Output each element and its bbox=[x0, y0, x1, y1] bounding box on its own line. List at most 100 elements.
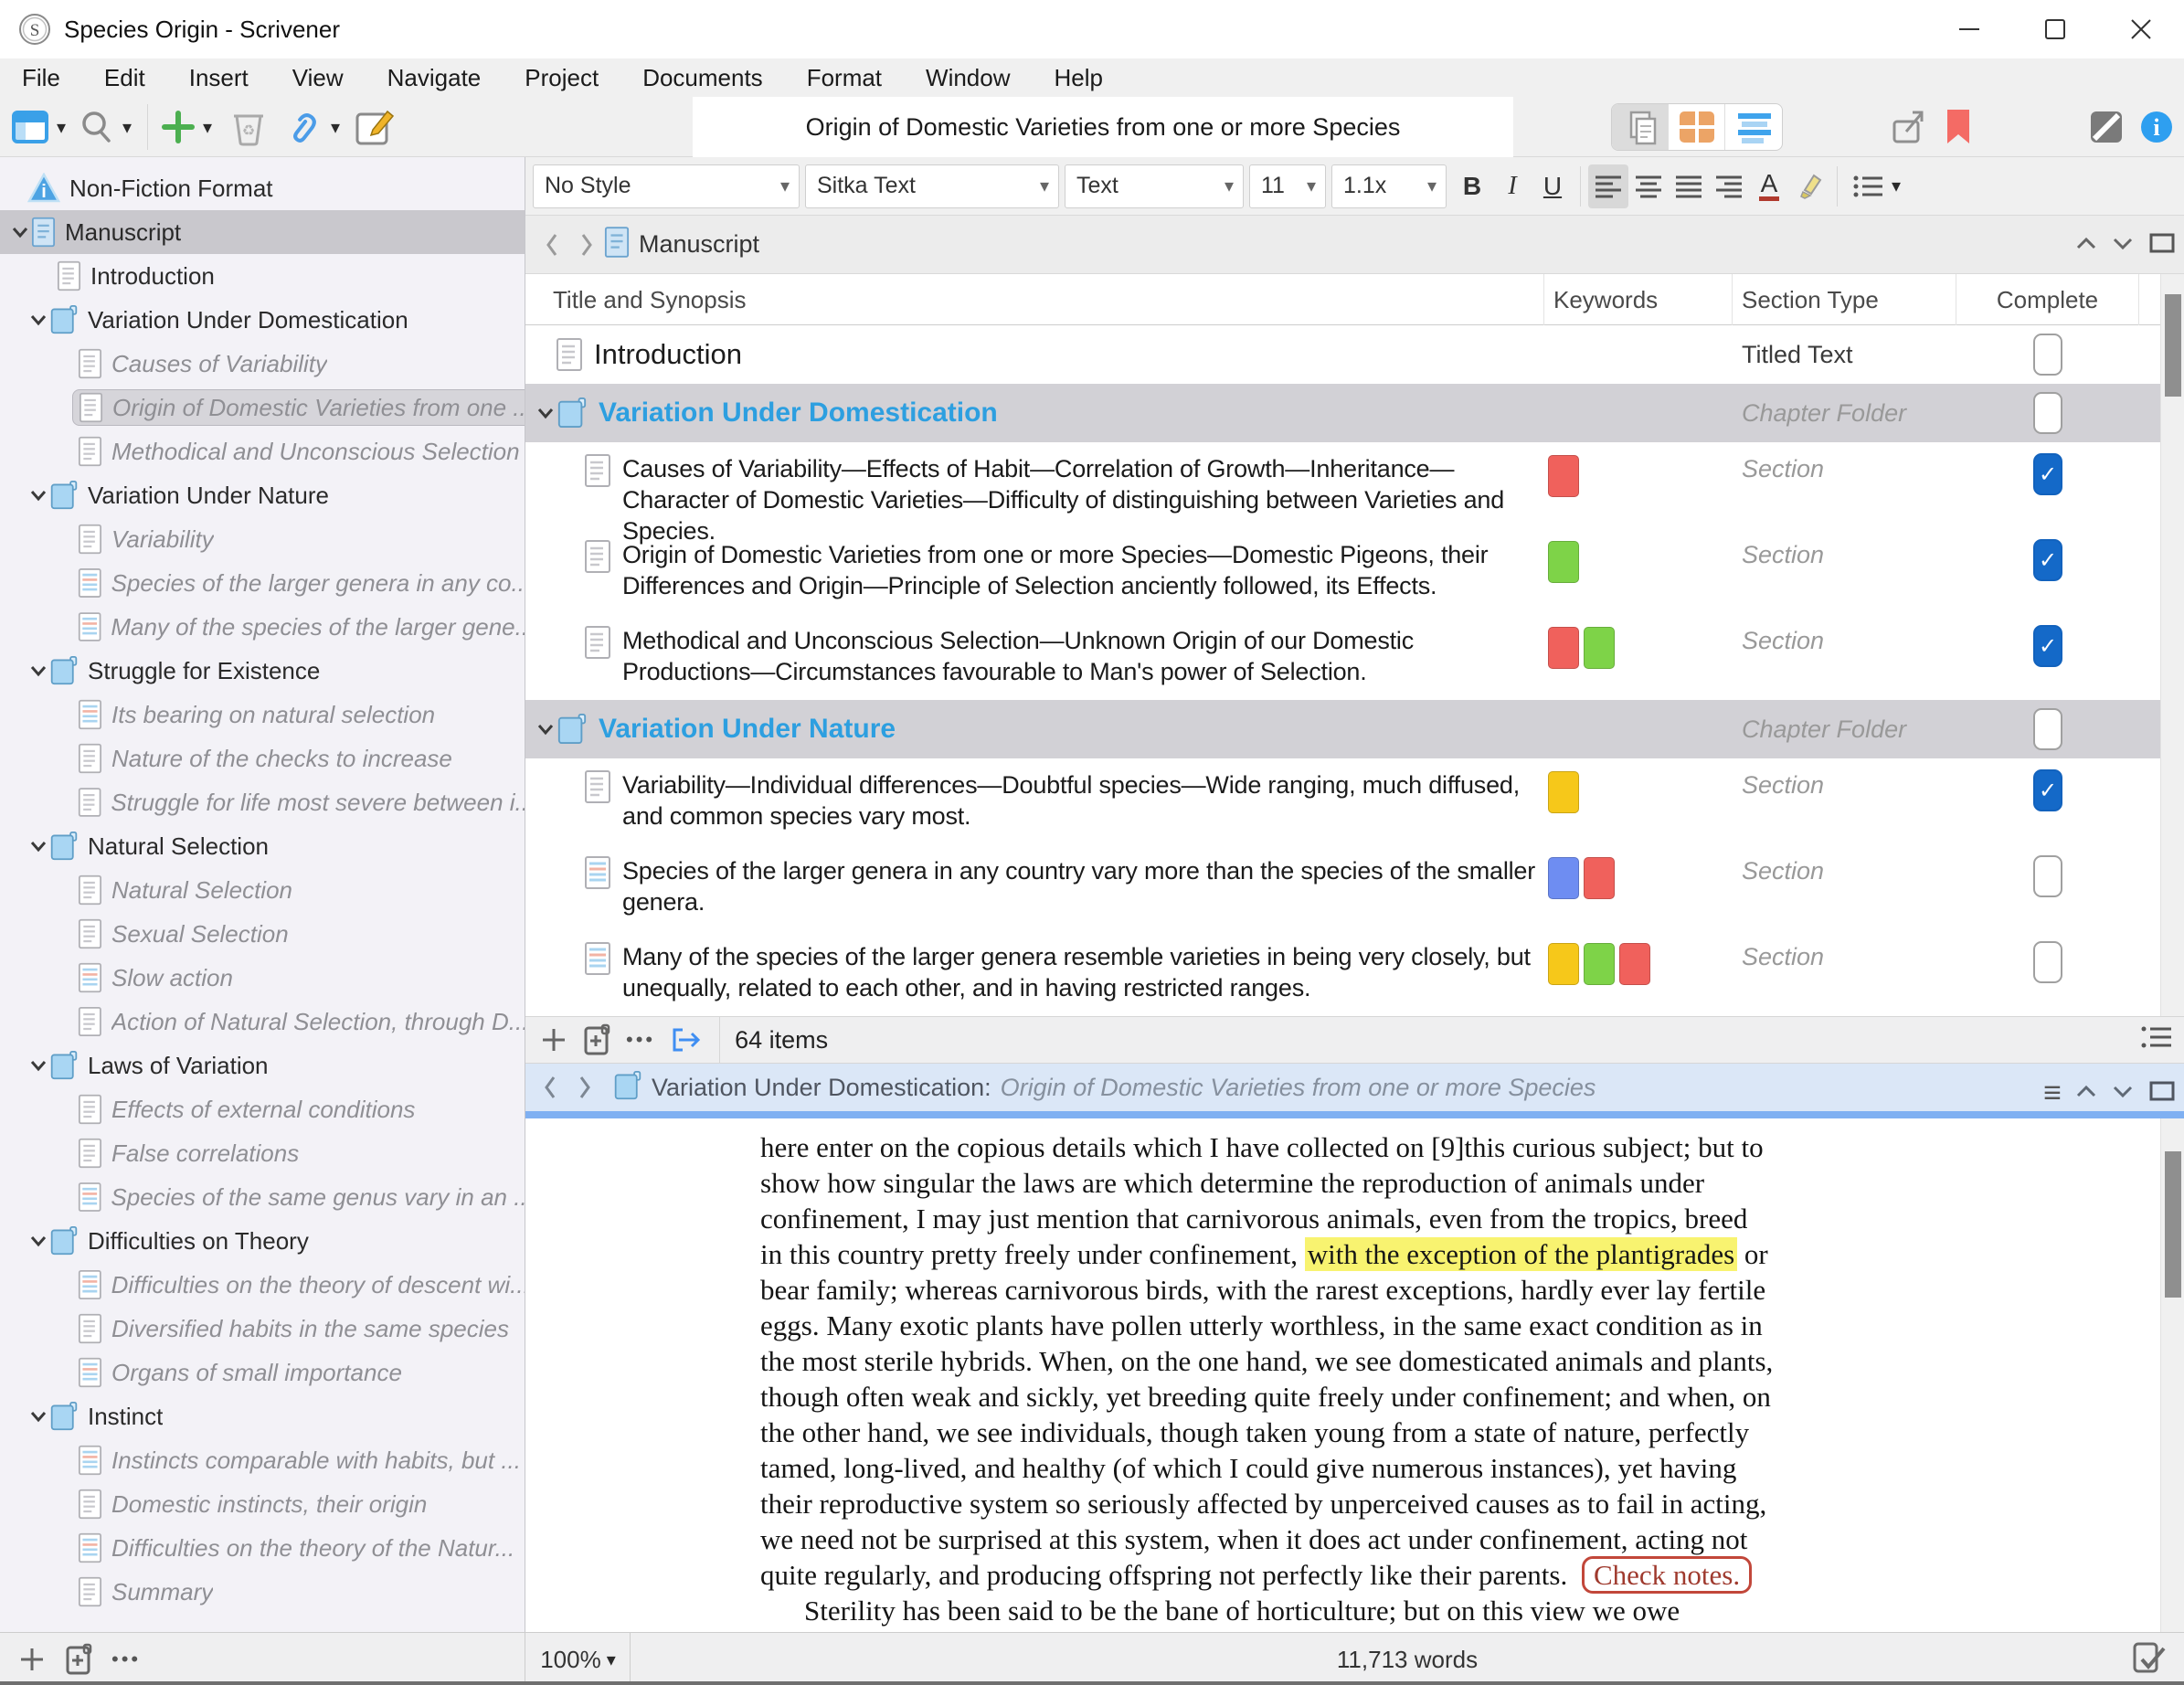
collapse-chevron-icon[interactable] bbox=[27, 489, 49, 502]
outliner-row[interactable]: Many of the species of the larger genera… bbox=[525, 930, 2184, 1016]
caret-down-icon[interactable]: ▾ bbox=[331, 116, 340, 139]
highlight-button[interactable] bbox=[1789, 164, 1829, 208]
back-button[interactable] bbox=[533, 1074, 567, 1101]
previous-document-button[interactable] bbox=[2074, 235, 2098, 256]
outliner-row[interactable]: Variability—Individual differences—Doubt… bbox=[525, 758, 2184, 844]
binder-item[interactable]: Manuscript bbox=[0, 210, 525, 254]
italic-button[interactable]: I bbox=[1492, 164, 1532, 208]
binder-item[interactable]: Organs of small importance bbox=[0, 1351, 525, 1394]
binder-item[interactable]: Sexual Selection bbox=[0, 912, 525, 956]
list-format-button[interactable]: ▾ bbox=[1845, 164, 1909, 208]
document-text-area[interactable]: here enter on the copious details which … bbox=[525, 1118, 2184, 1632]
collapse-chevron-icon[interactable] bbox=[535, 407, 557, 419]
search-button[interactable]: ▾ bbox=[79, 97, 132, 157]
binder-item[interactable]: Nature of the checks to increase bbox=[0, 737, 525, 780]
binder-item[interactable]: Many of the species of the larger gene..… bbox=[0, 605, 525, 649]
add-document-button[interactable] bbox=[18, 1646, 46, 1673]
binder-item[interactable]: Summary bbox=[0, 1570, 525, 1614]
binder-item[interactable]: Variation Under Nature bbox=[0, 473, 525, 517]
binder-item[interactable]: Slow action bbox=[0, 956, 525, 1000]
binder-item[interactable]: Struggle for Existence bbox=[0, 649, 525, 693]
binder-item[interactable]: Introduction bbox=[0, 254, 525, 298]
compose-button[interactable] bbox=[355, 97, 395, 157]
caret-down-icon[interactable]: ▾ bbox=[122, 116, 132, 139]
add-new-item-button[interactable] bbox=[64, 1643, 93, 1676]
mark-complete-button[interactable] bbox=[2129, 1633, 2169, 1685]
menu-item-edit[interactable]: Edit bbox=[82, 64, 167, 92]
menu-item-documents[interactable]: Documents bbox=[620, 64, 785, 92]
editor-menu-button[interactable]: ≡ bbox=[2043, 1077, 2062, 1108]
column-title-synopsis[interactable]: Title and Synopsis bbox=[525, 274, 1544, 325]
binder-item[interactable]: Diversified habits in the same species bbox=[0, 1307, 525, 1351]
expand-editor-button[interactable] bbox=[2147, 1079, 2177, 1107]
complete-checkbox[interactable] bbox=[2033, 334, 2062, 376]
bookmark-button[interactable] bbox=[1945, 97, 1972, 157]
add-item-button[interactable]: ▾ bbox=[161, 97, 212, 157]
binder-item[interactable]: Instincts comparable with habits, but ..… bbox=[0, 1438, 525, 1482]
complete-checkbox[interactable] bbox=[2033, 941, 2062, 983]
forward-button[interactable] bbox=[569, 231, 604, 259]
binder-item[interactable]: Natural Selection bbox=[0, 824, 525, 868]
binder-item[interactable]: Variation Under Domestication bbox=[0, 298, 525, 342]
binder-item[interactable]: Causes of Variability bbox=[0, 342, 525, 386]
binder-root-format[interactable]: i Non-Fiction Format bbox=[0, 166, 525, 210]
collapse-chevron-icon[interactable] bbox=[27, 1059, 49, 1072]
binder-item[interactable]: Struggle for life most severe between i.… bbox=[0, 780, 525, 824]
binder-item[interactable]: Its bearing on natural selection bbox=[0, 693, 525, 737]
binder-item[interactable]: Methodical and Unconscious Selection bbox=[0, 429, 525, 473]
collapse-chevron-icon[interactable] bbox=[27, 1410, 49, 1423]
more-options-button[interactable]: ••• bbox=[111, 1648, 141, 1671]
outliner-row[interactable]: Causes of Variability—Effects of Habit—C… bbox=[525, 442, 2184, 528]
column-complete[interactable]: Complete bbox=[1956, 274, 2139, 325]
editor-scrollbar[interactable] bbox=[2160, 1118, 2184, 1632]
menu-item-format[interactable]: Format bbox=[785, 64, 904, 92]
expand-editor-button[interactable] bbox=[2147, 231, 2177, 260]
menu-item-help[interactable]: Help bbox=[1033, 64, 1125, 92]
font-dropdown[interactable]: Sitka Text▾ bbox=[805, 164, 1059, 208]
attach-button[interactable]: ▾ bbox=[283, 97, 340, 157]
binder-item[interactable]: Instinct bbox=[0, 1394, 525, 1438]
binder-item[interactable]: Action of Natural Selection, through D..… bbox=[0, 1000, 525, 1044]
back-button[interactable] bbox=[535, 231, 569, 259]
complete-checkbox[interactable]: ✓ bbox=[2033, 539, 2062, 581]
complete-checkbox[interactable] bbox=[2033, 855, 2062, 897]
binder-item[interactable]: Difficulties on the theory of the Natur.… bbox=[0, 1526, 525, 1570]
collapse-chevron-icon[interactable] bbox=[535, 723, 557, 736]
column-keywords[interactable]: Keywords bbox=[1544, 274, 1733, 325]
underline-button[interactable]: U bbox=[1532, 164, 1573, 208]
outliner-row[interactable]: Variation Under DomesticationChapter Fol… bbox=[525, 384, 2184, 442]
style-dropdown[interactable]: No Style▾ bbox=[533, 164, 800, 208]
binder-item[interactable]: Species of the larger genera in any co..… bbox=[0, 561, 525, 605]
collapse-chevron-icon[interactable] bbox=[27, 1235, 49, 1247]
caret-down-icon[interactable]: ▾ bbox=[57, 116, 66, 139]
font-variant-dropdown[interactable]: Text▾ bbox=[1065, 164, 1244, 208]
menu-item-window[interactable]: Window bbox=[904, 64, 1032, 92]
complete-checkbox[interactable]: ✓ bbox=[2033, 625, 2062, 667]
collapse-chevron-icon[interactable] bbox=[9, 226, 31, 238]
outliner-columns-button[interactable] bbox=[2140, 1024, 2173, 1056]
complete-checkbox[interactable]: ✓ bbox=[2033, 453, 2062, 495]
corkboard-view-button[interactable] bbox=[1669, 104, 1725, 150]
text-color-button[interactable]: A bbox=[1749, 164, 1789, 208]
document-title-field[interactable]: Origin of Domestic Varieties from one or… bbox=[693, 97, 1513, 157]
more-options-button[interactable]: ••• bbox=[626, 1028, 655, 1052]
info-button[interactable]: i bbox=[2138, 97, 2175, 157]
outliner-row[interactable]: Methodical and Unconscious Selection—Unk… bbox=[525, 614, 2184, 700]
collapse-chevron-icon[interactable] bbox=[27, 664, 49, 677]
line-spacing-dropdown[interactable]: 1.1x▾ bbox=[1331, 164, 1447, 208]
binder-item[interactable]: Domestic instincts, their origin bbox=[0, 1482, 525, 1526]
bold-button[interactable]: B bbox=[1452, 164, 1492, 208]
menu-item-navigate[interactable]: Navigate bbox=[366, 64, 504, 92]
align-center-button[interactable] bbox=[1628, 164, 1669, 208]
binder-item[interactable]: Laws of Variation bbox=[0, 1044, 525, 1087]
menu-item-file[interactable]: File bbox=[0, 64, 82, 92]
next-document-button[interactable] bbox=[2111, 235, 2135, 256]
editor-scrollbar-thumb[interactable] bbox=[2165, 1151, 2181, 1298]
binder-item[interactable]: Natural Selection bbox=[0, 868, 525, 912]
outliner-row[interactable]: Origin of Domestic Varieties from one or… bbox=[525, 528, 2184, 614]
binder-item[interactable]: Difficulties on the theory of descent wi… bbox=[0, 1263, 525, 1307]
collapse-chevron-icon[interactable] bbox=[27, 840, 49, 853]
previous-document-button[interactable] bbox=[2074, 1083, 2098, 1104]
close-button[interactable] bbox=[2098, 0, 2184, 58]
maximize-button[interactable] bbox=[2012, 0, 2098, 58]
